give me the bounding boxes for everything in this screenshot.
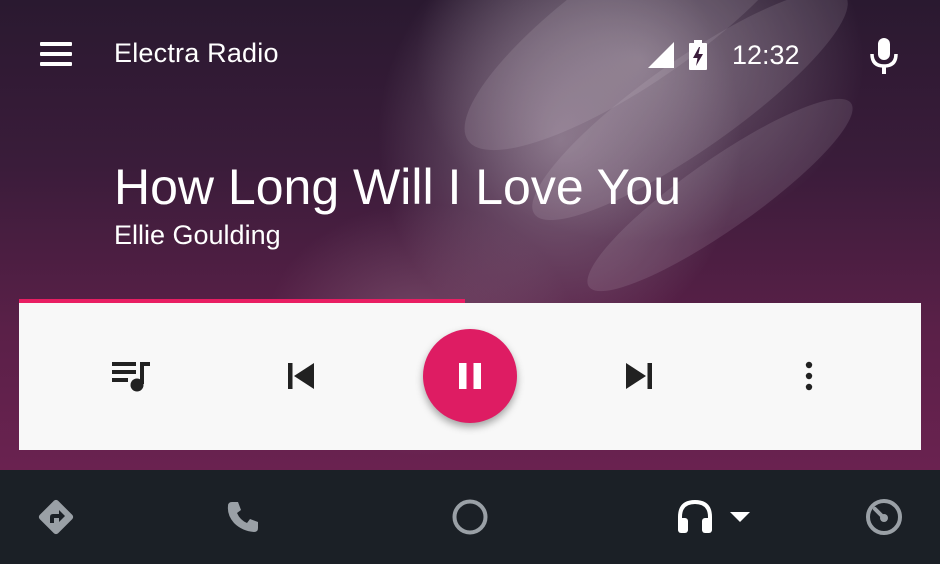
song-artist: Ellie Goulding	[114, 220, 281, 250]
bottom-navigation	[0, 470, 940, 564]
battery-charging-icon	[689, 40, 707, 70]
clock: 12:32	[732, 39, 800, 70]
status-bar: 12:32	[648, 40, 800, 70]
song-title: How Long Will I Love You	[114, 159, 682, 215]
more-vert-icon	[805, 361, 813, 391]
skip-next-icon	[626, 363, 652, 389]
menu-button[interactable]	[38, 42, 74, 68]
skip-previous-icon	[288, 363, 314, 389]
pause-icon	[459, 363, 481, 389]
android-auto-screen: Electra Radio 12:32 How Long Will I Love…	[0, 0, 940, 564]
previous-button[interactable]	[277, 356, 325, 396]
playback-controls	[19, 303, 921, 450]
navigation-icon	[38, 499, 74, 535]
menu-icon	[40, 42, 72, 46]
dashboard-button[interactable]	[864, 497, 904, 537]
cell-signal-icon	[648, 42, 674, 68]
voice-button[interactable]	[868, 36, 900, 76]
headphones-icon	[678, 499, 712, 533]
dropdown-arrow-icon	[730, 512, 750, 522]
app-title: Electra Radio	[114, 38, 279, 68]
next-button[interactable]	[615, 356, 663, 396]
queue-music-icon	[112, 362, 150, 392]
navigation-button[interactable]	[36, 497, 76, 537]
queue-button[interactable]	[107, 356, 155, 396]
pause-button[interactable]	[423, 329, 517, 423]
media-button[interactable]	[676, 497, 752, 537]
phone-button[interactable]	[224, 497, 264, 537]
home-button[interactable]	[450, 497, 490, 537]
home-circle-icon	[452, 499, 488, 535]
phone-icon	[227, 502, 258, 532]
microphone-icon	[870, 38, 898, 74]
dashboard-icon	[866, 499, 902, 535]
more-options-button[interactable]	[789, 356, 829, 396]
